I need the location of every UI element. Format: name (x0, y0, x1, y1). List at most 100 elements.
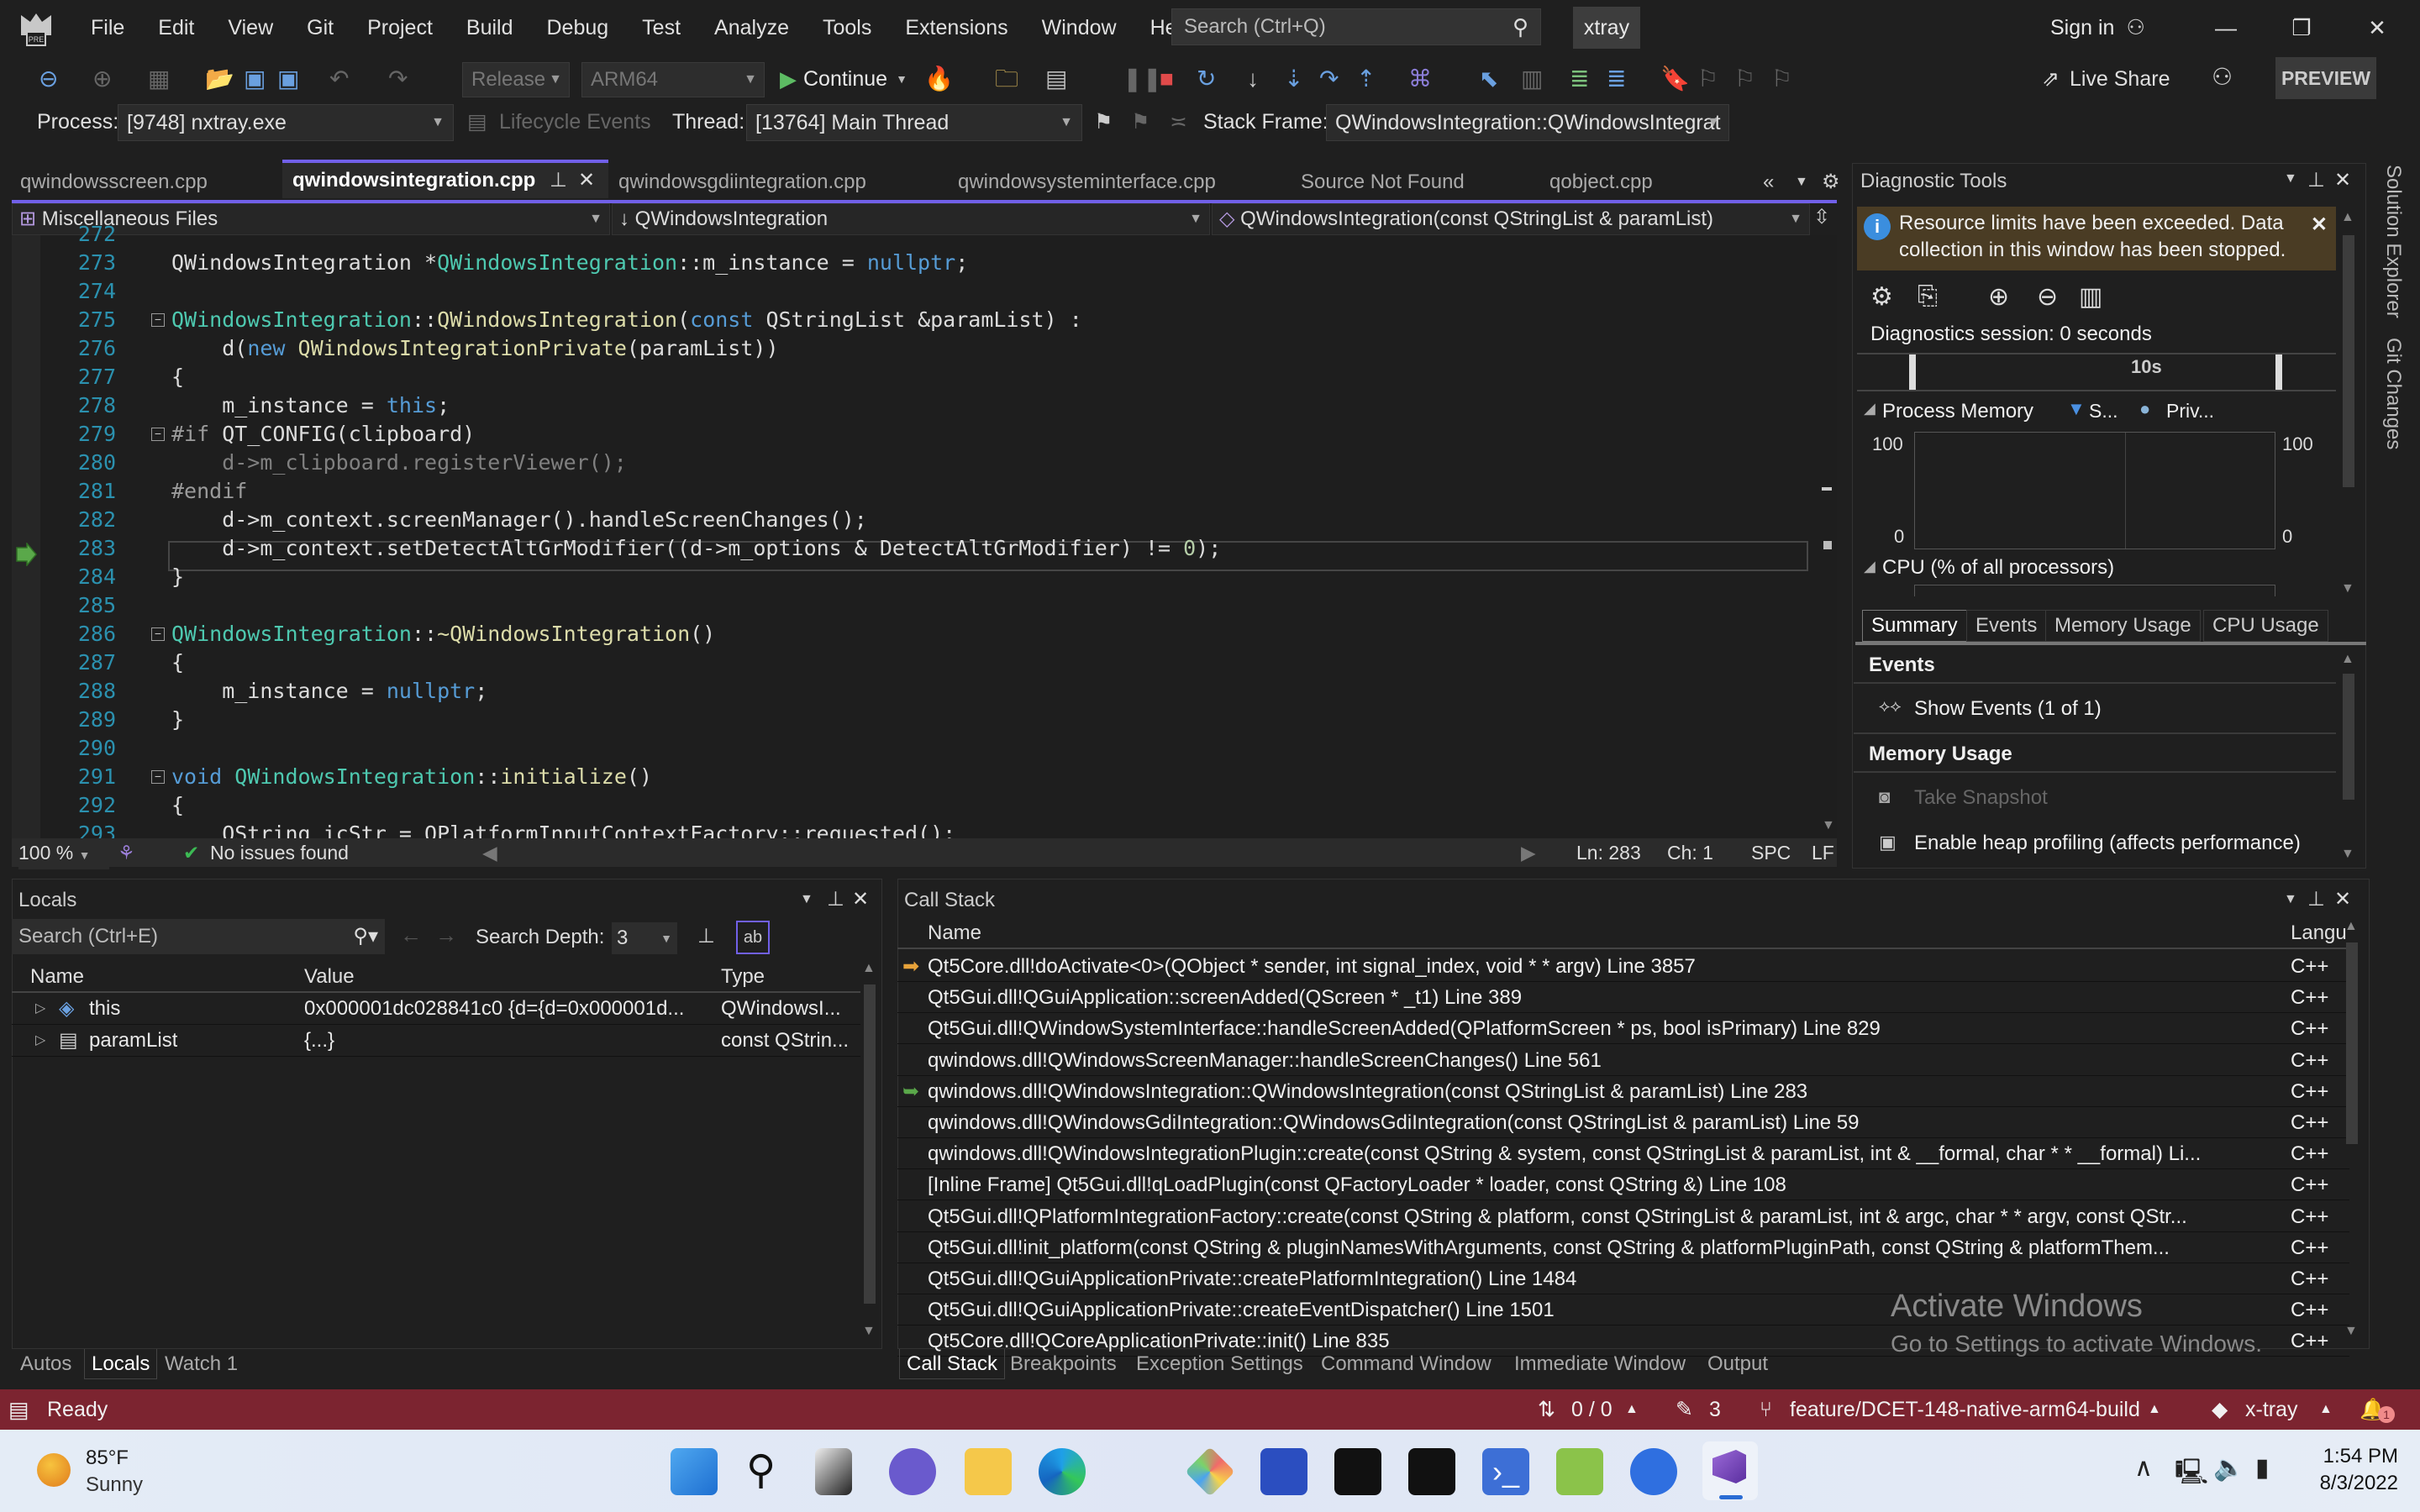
pin-panel-icon[interactable]: ⊥ (2307, 887, 2325, 911)
settings-gear-icon[interactable]: ⚙ (1870, 282, 1893, 312)
diag-tab-events[interactable]: Events (1966, 610, 2047, 642)
navigate-back-icon[interactable]: ⊖ (39, 66, 58, 92)
clock-time[interactable]: 1:54 PM (2314, 1445, 2398, 1468)
column-status[interactable]: Ch: 1 (1667, 838, 1713, 867)
locals-row[interactable]: ▷ ◈ this 0x000001dc028841c0 {d={d=0x0000… (12, 993, 860, 1025)
menu-build[interactable]: Build (450, 0, 530, 55)
menu-file[interactable]: File (74, 0, 141, 55)
break-all-icon[interactable]: ❚❚ (1123, 66, 1162, 92)
tab-qwindowsintegration[interactable]: qwindowsintegration.cpp ⊥ ✕ (282, 160, 608, 198)
timeline-ruler[interactable]: 10s (1857, 353, 2336, 391)
minimize-button[interactable]: — (2188, 0, 2264, 55)
network-icon[interactable]: 🖳 (2175, 1453, 2208, 1496)
process-dropdown[interactable]: [9748] nxtray.exe ▼ (118, 104, 454, 141)
global-search-input[interactable]: Search (Ctrl+Q) ⚲ (1171, 8, 1541, 45)
scroll-down-icon[interactable]: ▼ (1822, 818, 1835, 833)
scope-nav-dropdown[interactable]: ↓ QWindowsIntegration ▼ (612, 203, 1210, 235)
menu-edit[interactable]: Edit (141, 0, 211, 55)
continue-button[interactable]: ▶ Continue ▼ (780, 60, 908, 97)
dismiss-infobar-icon[interactable]: ✕ (2311, 212, 2328, 239)
terminal-2-icon[interactable] (1408, 1448, 1455, 1495)
locals-row[interactable]: ▷ ▤ paramList {...} const QStrin... (12, 1025, 860, 1057)
cpu-chart[interactable] (1914, 585, 2275, 596)
scroll-down-icon[interactable]: ▼ (2344, 1324, 2358, 1339)
call-stack-row[interactable]: qwindows.dll!QWindowsGdiIntegration::QWi… (897, 1107, 2349, 1138)
show-events-link[interactable]: Show Events (1 of 1) (1914, 697, 2102, 721)
scroll-tabs-left-icon[interactable]: « (1753, 163, 1774, 202)
application-insights-icon[interactable]: ▤ (1045, 66, 1067, 92)
split-editor-icon[interactable]: ⇳ (1813, 205, 1830, 229)
undo-icon[interactable]: ↶ (329, 66, 349, 92)
pin-to-source-icon[interactable]: ⊥ (697, 924, 715, 948)
solution-explorer-side-tab[interactable]: Solution Explorer (2371, 165, 2405, 318)
code-line[interactable]: } (171, 706, 184, 734)
editor-vertical-scrollbar[interactable]: ▼ (1818, 235, 1837, 838)
terminal-icon[interactable] (1334, 1448, 1381, 1495)
tab-immediate-window[interactable]: Immediate Window (1507, 1349, 1692, 1379)
output-status-icon[interactable]: ▤ (8, 1389, 29, 1430)
scroll-up-icon[interactable]: ▲ (2344, 919, 2358, 934)
collapse-icon[interactable]: ◢ (1864, 400, 1876, 417)
thread-dropdown[interactable]: [13764] Main Thread ▼ (746, 104, 1082, 141)
weather-temperature[interactable]: 85°F (86, 1446, 129, 1470)
search-icon[interactable]: ⚲▾ (353, 919, 378, 954)
tab-settings-icon[interactable]: ⚙ (1812, 163, 1840, 202)
zoom-dropdown[interactable]: 100 % ▼ (18, 838, 109, 869)
save-all-icon[interactable]: ▣ (277, 66, 299, 92)
code-line[interactable]: QWindowsIntegration::QWindowsIntegration… (171, 306, 1082, 334)
diag-tab-memory-usage[interactable]: Memory Usage (2045, 610, 2201, 642)
tab-breakpoints[interactable]: Breakpoints (1003, 1349, 1123, 1379)
search-taskbar-icon[interactable]: ⚲ (746, 1446, 776, 1494)
clear-bookmarks-icon[interactable]: ⚐ (1771, 66, 1792, 92)
menu-view[interactable]: View (211, 0, 290, 55)
column-header-language[interactable]: Langu (2291, 917, 2347, 949)
scroll-left-icon[interactable]: ◀ (482, 838, 497, 867)
enable-heap-profiling-button[interactable]: Enable heap profiling (affects performan… (1914, 832, 2301, 855)
call-stack-row[interactable]: Qt5Gui.dll!QPlatformIntegrationFactory::… (897, 1201, 2349, 1232)
tab-locals[interactable]: Locals (84, 1349, 158, 1379)
process-memory-chart[interactable] (1914, 432, 2275, 549)
file-explorer-icon[interactable] (965, 1448, 1012, 1495)
tab-source-not-found[interactable]: Source Not Found (1291, 163, 1543, 202)
scroll-down-icon[interactable]: ▼ (2341, 581, 2354, 596)
tab-autos[interactable]: Autos (13, 1349, 78, 1379)
reset-zoom-icon[interactable]: ▥ (2079, 282, 2102, 312)
close-tab-icon[interactable]: ✕ (578, 163, 595, 198)
pending-changes-count[interactable]: 3 (1709, 1389, 1721, 1430)
redo-icon[interactable]: ↷ (388, 66, 408, 92)
pin-tab-icon[interactable]: ⊥ (550, 163, 567, 198)
uncomment-lines-icon[interactable]: ≣ (1607, 66, 1626, 92)
call-stack-row[interactable]: qwindows.dll!QWindowsIntegrationPlugin::… (897, 1138, 2349, 1170)
menu-test[interactable]: Test (625, 0, 697, 55)
lifecycle-events-button[interactable]: Lifecycle Events (499, 102, 651, 141)
scroll-down-icon[interactable]: ▼ (862, 1324, 876, 1339)
call-stack-row[interactable]: Qt5Gui.dll!init_platform(const QString &… (897, 1232, 2349, 1263)
scroll-down-icon[interactable]: ▼ (2341, 847, 2354, 862)
line-number-status[interactable]: Ln: 283 (1576, 838, 1641, 867)
step-over-icon[interactable]: ↷ (1319, 66, 1339, 92)
hot-reload-icon[interactable]: 🔥 (924, 66, 954, 92)
menu-window[interactable]: Window (1025, 0, 1134, 55)
select-pointer-icon[interactable]: ⬉ (1479, 66, 1498, 92)
location-app-icon[interactable] (1630, 1448, 1677, 1495)
tab-list-dropdown-icon[interactable]: ▼ (1785, 163, 1808, 202)
menu-project[interactable]: Project (350, 0, 450, 55)
scroll-thumb[interactable] (1823, 541, 1832, 549)
hex-display-icon[interactable]: ⌘ (1408, 66, 1432, 92)
intellicode-icon[interactable]: ⚘ (118, 838, 135, 867)
collapse-region-icon[interactable]: − (151, 313, 165, 327)
member-nav-dropdown[interactable]: ◇ QWindowsIntegration(const QStringList … (1212, 203, 1810, 235)
eol-status[interactable]: LF (1812, 838, 1834, 867)
git-changes-side-tab[interactable]: Git Changes (2371, 338, 2405, 449)
find-in-files-icon[interactable]: 🗀 (995, 66, 1018, 92)
code-line[interactable]: void QWindowsIntegration::initialize() (171, 763, 652, 791)
collapse-region-icon[interactable]: − (151, 627, 165, 641)
preview-badge[interactable]: PREVIEW (2275, 57, 2376, 99)
whitespace-status[interactable]: SPC (1751, 838, 1791, 867)
local-value[interactable]: {...} (304, 1025, 716, 1057)
diag-tab-cpu-usage[interactable]: CPU Usage (2203, 610, 2328, 642)
zoom-out-icon[interactable]: ⊖ (2037, 282, 2058, 312)
save-manager-icon[interactable] (1260, 1448, 1307, 1495)
view-format-icon[interactable]: ab (736, 921, 770, 954)
call-stack-scrollbar[interactable]: ▲ ▼ (2344, 919, 2361, 1339)
